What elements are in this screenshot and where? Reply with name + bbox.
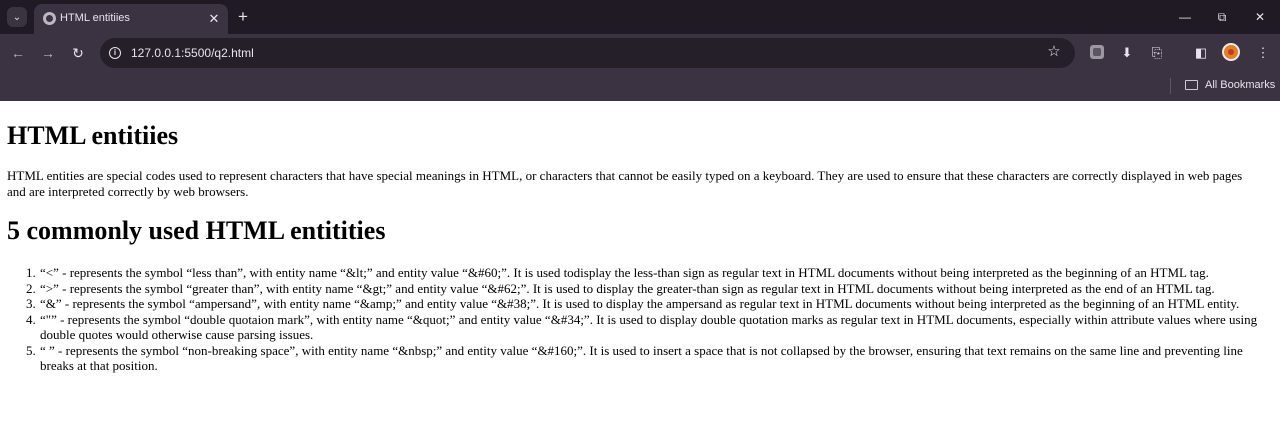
list-item: 1. “<” - represents the symbol “less than… (26, 265, 1209, 280)
plus-icon[interactable]: + (234, 8, 252, 26)
star-icon[interactable]: ☆ (1045, 43, 1063, 61)
list-item: 3. “&” - represents the symbol “ampersand… (26, 296, 1240, 311)
arrow-right-icon[interactable]: → (38, 43, 58, 63)
all-bookmarks-link[interactable]: All Bookmarks (1205, 79, 1275, 91)
download-icon[interactable]: ⬇ (1118, 44, 1136, 62)
bookmarks-bar: All Bookmarks (0, 72, 1280, 101)
restore-icon[interactable]: ⧉ (1213, 8, 1231, 26)
globe-icon (43, 12, 56, 25)
entity-list: 1. “<” - represents the symbol “less than… (26, 265, 1276, 374)
address-bar[interactable]: i 127.0.0.1:5500/q2.html ☆ (100, 38, 1075, 68)
reload-icon[interactable]: ↻ (68, 43, 88, 63)
page-title: HTML entitiies (7, 121, 179, 150)
info-icon[interactable]: i (109, 47, 121, 59)
url-text[interactable]: 127.0.0.1:5500/q2.html (131, 46, 254, 60)
tab-bar: ⌄ HTML entitiies ✕ + — ⧉ ✕ (0, 0, 1280, 34)
close-icon[interactable]: ✕ (206, 11, 222, 27)
kebab-icon[interactable]: ⋮ (1254, 44, 1272, 62)
avatar[interactable] (1222, 43, 1240, 61)
divider (1170, 78, 1171, 94)
intro-paragraph: HTML entities are special codes used to … (7, 168, 1243, 199)
page-content: HTML entitiies HTML entities are special… (0, 101, 1280, 440)
browser-tab[interactable]: HTML entitiies ✕ (34, 4, 228, 34)
section-heading: 5 commonly used HTML entitities (7, 216, 386, 245)
list-item: 2. “>” - represents the symbol “greater t… (26, 280, 1215, 296)
side-panel-icon[interactable]: ◧ (1192, 44, 1210, 62)
chevron-down-icon[interactable]: ⌄ (7, 7, 27, 27)
arrow-left-icon[interactable]: ← (8, 43, 28, 63)
tab-title: HTML entitiies (60, 12, 130, 24)
folder-icon (1185, 80, 1198, 90)
list-item: 5. “ ” - represents the symbol “non-break… (26, 342, 1243, 374)
extension-icon[interactable] (1090, 45, 1104, 59)
close-window-icon[interactable]: ✕ (1251, 8, 1269, 26)
list-item: 4. “"” - represents the symbol “double qu… (26, 311, 1258, 343)
minimize-icon[interactable]: — (1176, 8, 1194, 26)
puzzle-icon[interactable]: ⎘ (1148, 44, 1166, 62)
browser-toolbar: ← → ↻ i 127.0.0.1:5500/q2.html ☆ ⬇ ⎘ ◧ ⋮ (0, 34, 1280, 72)
